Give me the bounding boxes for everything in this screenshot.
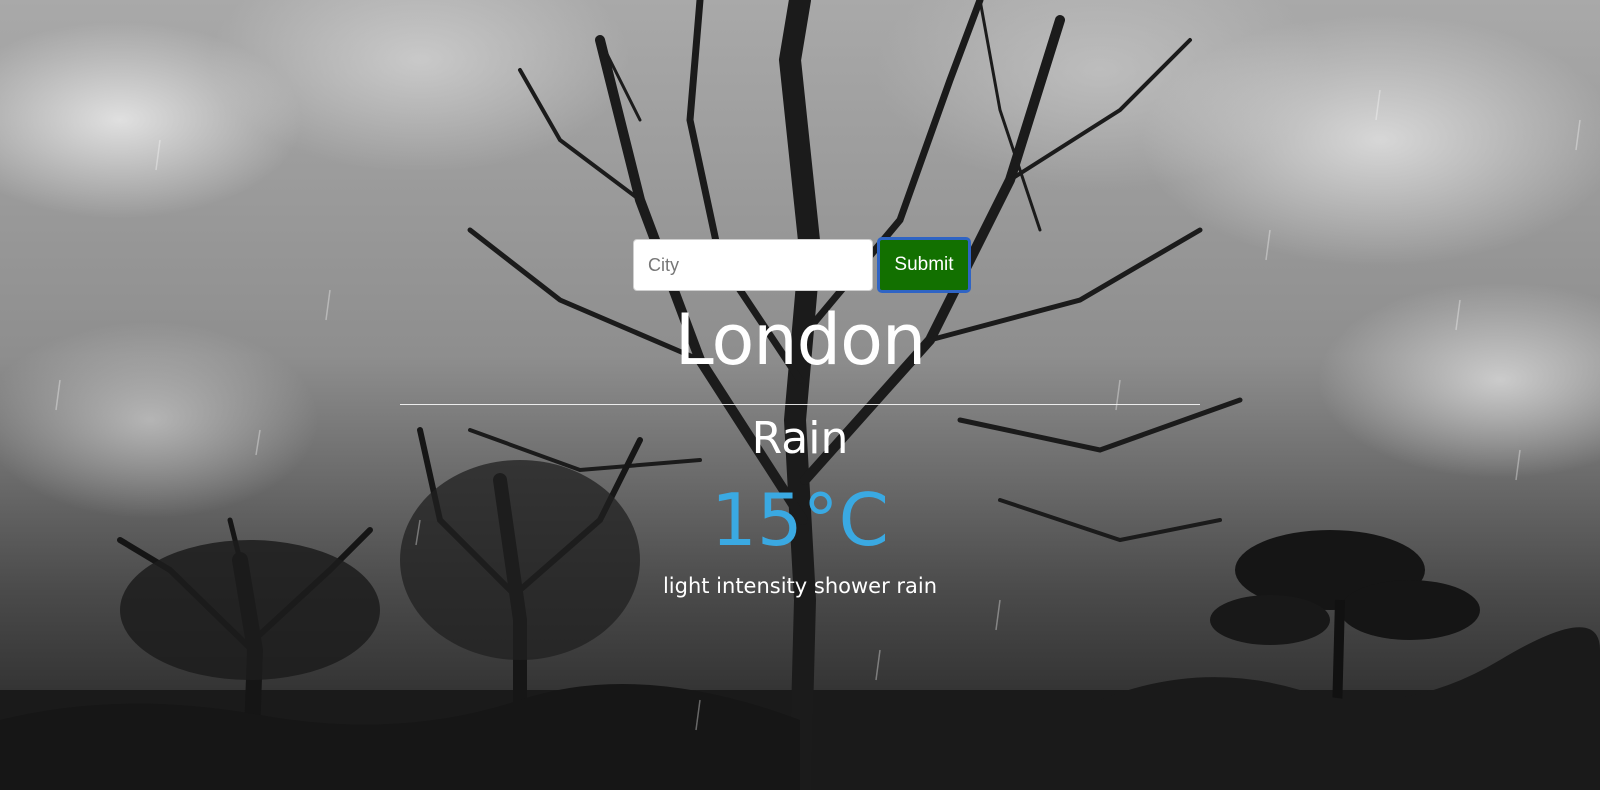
submit-button[interactable]: Submit bbox=[877, 237, 971, 293]
weather-description: light intensity shower rain bbox=[662, 574, 938, 598]
weather-condition: Rain bbox=[751, 413, 849, 464]
city-input[interactable] bbox=[633, 239, 873, 291]
divider bbox=[400, 404, 1200, 405]
city-search-form: Submit bbox=[633, 237, 971, 293]
weather-app: Submit London Rain 15°C light intensity … bbox=[0, 0, 1600, 790]
city-name: London bbox=[674, 299, 927, 381]
temperature: 15°C bbox=[711, 478, 889, 562]
